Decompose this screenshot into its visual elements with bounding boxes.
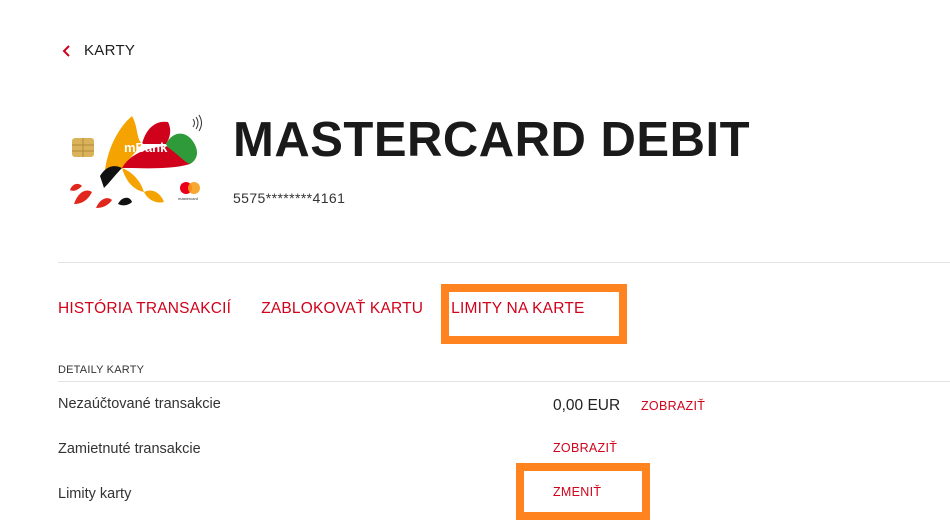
brand-text: mBank [124,140,168,155]
card-title: MASTERCARD DEBIT [233,113,751,167]
chevron-left-icon [62,44,70,57]
row-amount-unposted: 0,00 EUR [553,397,621,414]
show-rejected-button[interactable]: ZOBRAZIŤ [553,441,617,455]
back-link[interactable]: KARTY [62,42,135,59]
row-label-unposted: Nezaúčtované transakcie [58,396,221,412]
card-number: 5575********4161 [233,190,346,206]
back-link-label: KARTY [84,42,136,59]
highlight-box-limits-tab [441,284,627,344]
mastercard-logo: mastercard [178,182,200,201]
header-divider [58,262,950,263]
row-label-rejected: Zamietnuté transakcie [58,441,201,457]
mbank-dolphin-logo [70,116,197,208]
highlight-box-change-limits [516,463,650,520]
row-label-limits: Limity karty [58,486,132,502]
tab-block-card[interactable]: ZABLOKOVAŤ KARTU [261,300,423,318]
show-unposted-button[interactable]: ZOBRAZIŤ [641,399,705,413]
card-image: mBank mastercard [70,114,202,208]
section-title-card-details: DETAILY KARTY [58,364,145,376]
mastercard-text: mastercard [178,196,198,201]
chip-icon [72,138,94,157]
section-divider [58,381,950,382]
contactless-icon [192,114,202,132]
tab-transaction-history[interactable]: HISTÓRIA TRANSAKCIÍ [58,300,231,318]
